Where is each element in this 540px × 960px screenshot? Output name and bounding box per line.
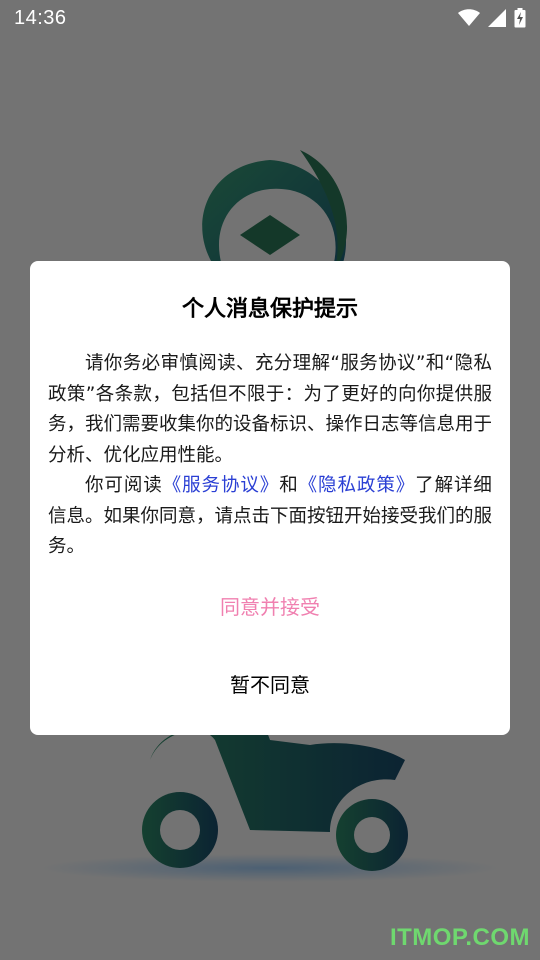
disagree-button[interactable]: 暂不同意 — [30, 667, 510, 703]
dialog-paragraph-2: 你可阅读《服务协议》和《隐私政策》了解详细信息。如果你同意，请点击下面按钮开始接… — [48, 471, 492, 563]
service-agreement-link[interactable]: 《服务协议》 — [163, 475, 280, 496]
status-time: 14:36 — [14, 6, 67, 29]
wifi-icon — [458, 9, 480, 26]
status-bar: 14:36 — [0, 0, 540, 36]
dialog-paragraph-1: 请你务必审慎阅读、充分理解“服务协议”和“隐私政策”各条款，包括但不限于：为了更… — [48, 353, 493, 466]
paragraph-2-and: 和 — [279, 475, 299, 496]
cellular-signal-icon — [488, 9, 506, 27]
dialog-title: 个人消息保护提示 — [181, 297, 358, 322]
privacy-dialog: 个人消息保护提示 请你务必审慎阅读、充分理解“服务协议”和“隐私政策”各条款，包… — [30, 261, 510, 735]
dialog-body: 请你务必审慎阅读、充分理解“服务协议”和“隐私政策”各条款，包括但不限于：为了更… — [48, 349, 492, 563]
agree-button[interactable]: 同意并接受 — [30, 589, 510, 625]
watermark: ITMOP.COM — [389, 924, 530, 951]
paragraph-2-prefix: 你可阅读 — [85, 475, 163, 496]
privacy-policy-link[interactable]: 《隐私政策》 — [299, 475, 416, 496]
status-icons — [458, 8, 526, 28]
battery-charging-icon — [514, 8, 526, 28]
